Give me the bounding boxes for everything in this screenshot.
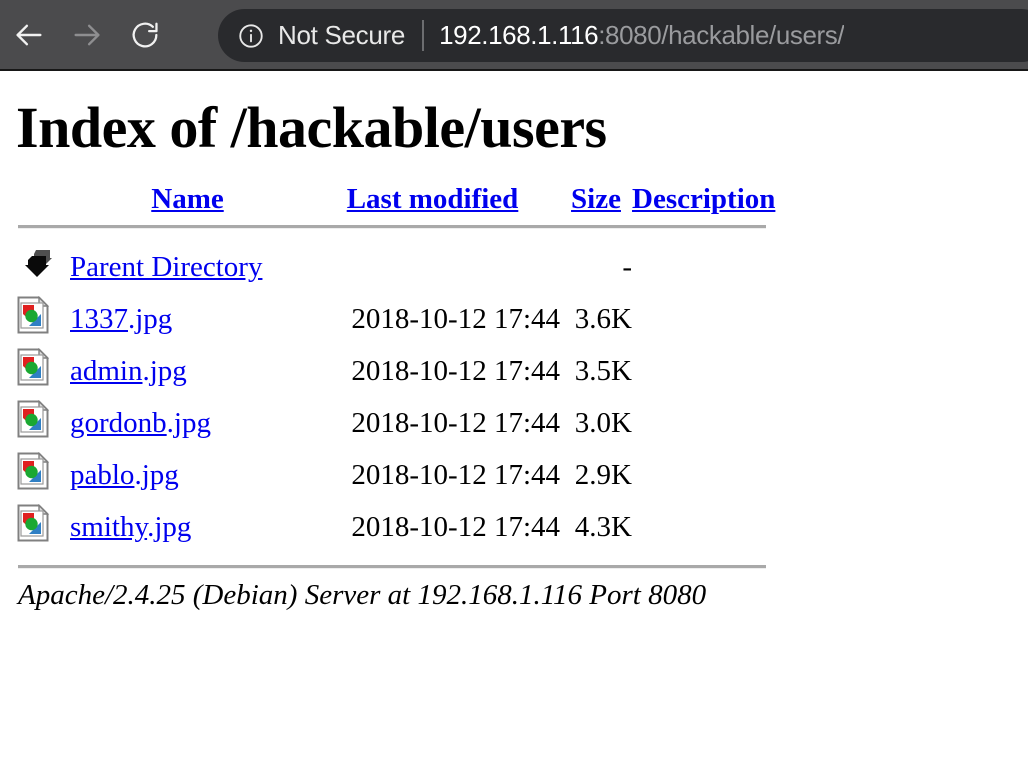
file-description-cell: [632, 449, 775, 501]
file-description-cell: [632, 397, 775, 449]
sort-by-name-link[interactable]: Name: [151, 183, 223, 215]
arrow-left-icon: [12, 18, 46, 52]
parent-directory-date-cell: [305, 241, 560, 293]
table-row: admin.jpg 2018-10-12 17:44 3.5K: [16, 345, 775, 397]
navigation-buttons: [0, 0, 174, 69]
url-host: 192.168.1.116: [439, 20, 599, 50]
file-link[interactable]: 1337.jpg: [70, 303, 172, 335]
arrow-right-icon: [70, 18, 104, 52]
column-header-size[interactable]: Size: [560, 183, 632, 216]
image-file-icon: [16, 399, 50, 445]
file-name-cell[interactable]: admin.jpg: [70, 345, 305, 397]
file-size-cell: 2.9K: [574, 458, 632, 491]
table-header-row: Name Last modified Size Description: [16, 183, 775, 216]
parent-directory-size-cell: -: [622, 250, 632, 283]
file-link[interactable]: admin.jpg: [70, 355, 187, 387]
sort-by-description-link[interactable]: Description: [632, 183, 775, 215]
file-size-cell: 3.6K: [574, 302, 632, 335]
file-name-extension: .jpg: [142, 354, 187, 387]
parent-directory-description-cell: [632, 241, 775, 293]
file-name-extension: .jpg: [147, 510, 192, 543]
file-name-stem: pablo: [70, 458, 135, 491]
file-name-cell[interactable]: gordonb.jpg: [70, 397, 305, 449]
file-date-cell: 2018-10-12 17:44: [351, 302, 560, 335]
file-description-cell: [632, 501, 775, 553]
column-header-description[interactable]: Description: [632, 183, 775, 216]
file-name-stem: admin: [70, 354, 143, 387]
file-link[interactable]: smithy.jpg: [70, 511, 191, 543]
table-row: 1337.jpg 2018-10-12 17:44 3.6K: [16, 293, 775, 345]
page-title: Index of /hackable/users: [16, 95, 607, 160]
parent-directory-link[interactable]: Parent Directory: [70, 251, 262, 283]
address-bar[interactable]: Not Secure 192.168.1.116:8080/hackable/u…: [218, 9, 1028, 62]
directory-listing-page: Index of /hackable/users Name Last modif…: [0, 99, 1028, 612]
file-link[interactable]: pablo.jpg: [70, 459, 179, 491]
sort-by-size-link[interactable]: Size: [571, 183, 621, 215]
directory-index-table: Name Last modified Size Description Pare…: [16, 183, 775, 579]
back-arrow-icon: [16, 250, 54, 285]
address-bar-divider: [422, 20, 425, 51]
table-row: smithy.jpg 2018-10-12 17:44 4.3K: [16, 501, 775, 553]
file-date-cell: 2018-10-12 17:44: [351, 406, 560, 439]
table-row: gordonb.jpg 2018-10-12 17:44 3.0K: [16, 397, 775, 449]
image-file-icon: [16, 347, 50, 393]
file-date-cell: 2018-10-12 17:44: [351, 510, 560, 543]
file-icon-cell: [16, 293, 70, 345]
horizontal-rule-bottom: [18, 565, 766, 569]
file-size-cell: 3.0K: [574, 406, 632, 439]
file-icon-cell: [16, 501, 70, 553]
file-name-extension: .jpg: [166, 406, 211, 439]
table-row: pablo.jpg 2018-10-12 17:44 2.9K: [16, 449, 775, 501]
browser-toolbar: Not Secure 192.168.1.116:8080/hackable/u…: [0, 0, 1028, 71]
image-file-icon: [16, 451, 50, 497]
forward-button[interactable]: [58, 0, 116, 69]
image-file-icon: [16, 295, 50, 341]
file-name-stem: 1337: [70, 302, 128, 335]
file-icon-cell: [16, 449, 70, 501]
file-link[interactable]: gordonb.jpg: [70, 407, 211, 439]
file-icon-cell: [16, 397, 70, 449]
file-name-cell[interactable]: pablo.jpg: [70, 449, 305, 501]
server-signature: Apache/2.4.25 (Debian) Server at 192.168…: [18, 579, 707, 611]
address-bar-url: 192.168.1.116:8080/hackable/users/: [439, 20, 844, 51]
header-rule-row: [16, 216, 775, 241]
file-icon-cell: [16, 345, 70, 397]
parent-directory-icon-cell: [16, 241, 70, 293]
file-description-cell: [632, 345, 775, 397]
header-rule-cell: [16, 216, 775, 241]
table-row-parent-directory: Parent Directory -: [16, 241, 775, 293]
file-size-cell: 3.5K: [574, 354, 632, 387]
parent-directory-name-cell[interactable]: Parent Directory: [70, 241, 305, 293]
image-file-icon: [16, 503, 50, 549]
file-name-cell[interactable]: smithy.jpg: [70, 501, 305, 553]
sort-by-date-link[interactable]: Last modified: [347, 183, 519, 215]
reload-icon: [129, 19, 161, 51]
horizontal-rule-top: [18, 225, 766, 229]
header-icon-spacer: [16, 183, 70, 216]
file-name-stem: smithy: [70, 510, 148, 543]
column-header-last-modified[interactable]: Last modified: [305, 183, 560, 216]
column-header-name[interactable]: Name: [70, 183, 305, 216]
file-date-cell: 2018-10-12 17:44: [351, 458, 560, 491]
file-date-cell: 2018-10-12 17:44: [351, 354, 560, 387]
file-name-stem: gordonb: [70, 406, 167, 439]
reload-button[interactable]: [116, 0, 174, 69]
security-status-label: Not Secure: [278, 20, 406, 50]
back-button[interactable]: [0, 0, 58, 69]
file-name-extension: .jpg: [128, 302, 173, 335]
file-size-cell: 4.3K: [574, 510, 632, 543]
info-circle-icon[interactable]: [237, 22, 265, 50]
footer-rule-cell: [16, 553, 775, 579]
file-description-cell: [632, 293, 775, 345]
file-name-cell[interactable]: 1337.jpg: [70, 293, 305, 345]
footer-rule-row: [16, 553, 775, 579]
file-name-extension: .jpg: [134, 458, 179, 491]
url-path: :8080/hackable/users/: [598, 20, 845, 50]
